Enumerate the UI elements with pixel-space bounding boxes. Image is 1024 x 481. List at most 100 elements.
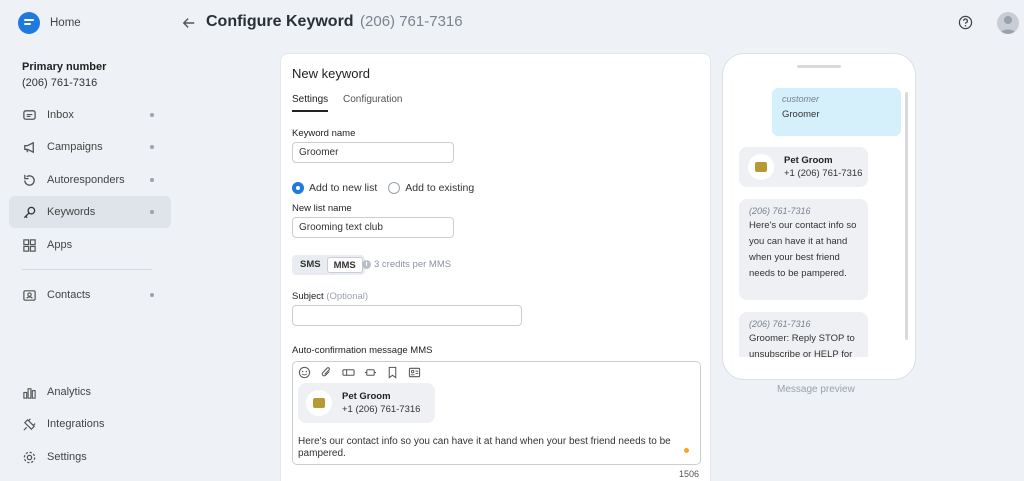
reply-icon [21, 172, 37, 188]
customer-bubble: customer Groomer [772, 88, 901, 136]
preview-contact-card: Pet Groom +1 (206) 761-7316 [739, 147, 868, 187]
reply-number: (206) 761-7316 [749, 206, 811, 216]
preview-card-name: Pet Groom [784, 155, 833, 166]
key-icon [21, 204, 37, 220]
message-text[interactable]: Here's our contact info so you can have … [298, 436, 678, 460]
pet-groom-logo [306, 390, 332, 416]
reply-bubble: (206) 761-7316 Here's our contact info s… [739, 199, 868, 300]
sidebar-item-label: Keywords [47, 206, 96, 218]
editor-toolbar [297, 365, 421, 379]
message-type-toggle: SMS MMS [292, 255, 365, 275]
back-arrow-icon[interactable] [182, 14, 198, 32]
subject-input[interactable] [292, 305, 522, 326]
phone-preview: customer Groomer Pet Groom +1 (206) 761-… [722, 53, 916, 380]
keyword-name-input[interactable]: Groomer [292, 142, 454, 163]
tag-field-icon[interactable] [341, 365, 355, 379]
preview-card-phone: +1 (206) 761-7316 [784, 168, 863, 179]
contact-card-phone: +1 (206) 761-7316 [342, 404, 421, 415]
tab-settings[interactable]: Settings [292, 94, 329, 112]
contact-card-name: Pet Groom [342, 391, 391, 402]
emoji-icon[interactable] [297, 365, 311, 379]
sidebar-item-label: Contacts [47, 289, 91, 301]
customer-label: customer [782, 94, 820, 104]
page-title-text: Configure Keyword [206, 13, 354, 30]
subject-label-text: Subject [292, 291, 324, 302]
logo-icon [18, 12, 40, 34]
dot-icon [150, 113, 154, 117]
character-counter: 1506 [679, 469, 700, 479]
plug-icon [21, 416, 37, 432]
bar-chart-icon [21, 384, 37, 400]
credits-text: 3 credits per MMS [374, 259, 452, 270]
sidebar-item-label: Autoresponders [47, 174, 125, 186]
sidebar-item-label: Campaigns [47, 141, 103, 153]
message-preview-label: Message preview [777, 384, 855, 395]
primary-number-value: (206) 761-7316 [22, 77, 98, 89]
radio-new-list[interactable] [292, 182, 304, 194]
dot-icon [150, 178, 154, 182]
keyword-form-card: New keyword Settings Configuration Keywo… [280, 53, 711, 481]
preview-scrollbar[interactable] [905, 92, 908, 340]
stop-bubble: (206) 761-7316 Groomer: Reply STOP to un… [739, 312, 868, 357]
contact-card-icon[interactable] [407, 365, 421, 379]
contact-card-attachment[interactable]: Pet Groom +1 (206) 761-7316 [298, 383, 435, 423]
pet-groom-logo [748, 154, 774, 180]
radio-new-list-label: Add to new list [309, 182, 378, 194]
stop-number: (206) 761-7316 [749, 319, 811, 329]
new-list-input[interactable]: Grooming text club [292, 217, 454, 238]
radio-existing-list[interactable] [388, 182, 401, 194]
status-dot [684, 448, 689, 453]
credits-note: i 3 credits per MMS [362, 259, 451, 270]
sidebar-item-keywords[interactable]: Keywords [9, 196, 171, 228]
mms-option[interactable]: MMS [326, 257, 363, 273]
sidebar-item-label: Analytics [47, 386, 92, 398]
bookmark-icon[interactable] [385, 365, 399, 379]
sidebar-item-settings[interactable]: Settings [9, 441, 171, 473]
dot-icon [150, 293, 154, 297]
info-icon: i [362, 260, 371, 269]
dot-icon [150, 145, 154, 149]
new-list-label: New list name [292, 203, 352, 214]
sidebar-item-analytics[interactable]: Analytics [9, 376, 171, 408]
sidebar-item-autoresponders[interactable]: Autoresponders [9, 164, 171, 196]
page-title: Configure Keyword (206) 761-7316 [206, 13, 463, 31]
customer-text: Groomer [782, 109, 820, 120]
message-editor[interactable]: Pet Groom +1 (206) 761-7316 Here's our c… [292, 361, 701, 465]
sidebar-item-label: Apps [47, 239, 73, 251]
sidebar-item-label: Integrations [47, 418, 105, 430]
primary-number-title: Primary number [22, 61, 107, 73]
radio-existing-list-label: Add to existing [405, 182, 475, 194]
auto-confirmation-label: Auto-confirmation message MMS [292, 345, 433, 356]
reply-text: Here's our contact info so you can have … [749, 220, 857, 279]
home-label: Home [50, 17, 81, 29]
dot-icon [150, 210, 154, 214]
sidebar: Home Primary number (206) 761-7316 Inbox… [0, 0, 182, 481]
contacts-icon [21, 287, 37, 303]
subject-optional: (Optional) [326, 291, 369, 302]
megaphone-icon [21, 139, 37, 155]
help-icon[interactable] [958, 15, 973, 30]
sidebar-item-integrations[interactable]: Integrations [9, 408, 171, 440]
attachment-icon[interactable] [319, 365, 333, 379]
sidebar-item-apps[interactable]: Apps [9, 229, 171, 261]
card-title: New keyword [292, 66, 371, 81]
preview-messages[interactable]: customer Groomer Pet Groom +1 (206) 761-… [728, 74, 912, 357]
avatar[interactable] [997, 12, 1019, 34]
sidebar-item-label: Inbox [47, 109, 74, 121]
gear-icon [21, 449, 37, 465]
tab-configuration[interactable]: Configuration [343, 94, 402, 105]
home-link[interactable]: Home [18, 12, 81, 34]
merge-field-icon[interactable] [363, 365, 377, 379]
inbox-icon [21, 107, 37, 123]
sidebar-item-campaigns[interactable]: Campaigns [9, 131, 171, 163]
grid-icon [21, 237, 37, 253]
sidebar-divider [22, 269, 152, 270]
subject-label: Subject (Optional) [292, 291, 368, 302]
list-choice: Add to new list Add to existing [292, 182, 474, 194]
sms-option[interactable]: SMS [294, 257, 327, 273]
page-title-phone: (206) 761-7316 [360, 13, 463, 30]
sidebar-item-inbox[interactable]: Inbox [9, 99, 171, 131]
sidebar-item-label: Settings [47, 451, 87, 463]
stop-text: Groomer: Reply STOP to unsubscribe or HE… [749, 333, 855, 357]
sidebar-item-contacts[interactable]: Contacts [9, 279, 171, 311]
